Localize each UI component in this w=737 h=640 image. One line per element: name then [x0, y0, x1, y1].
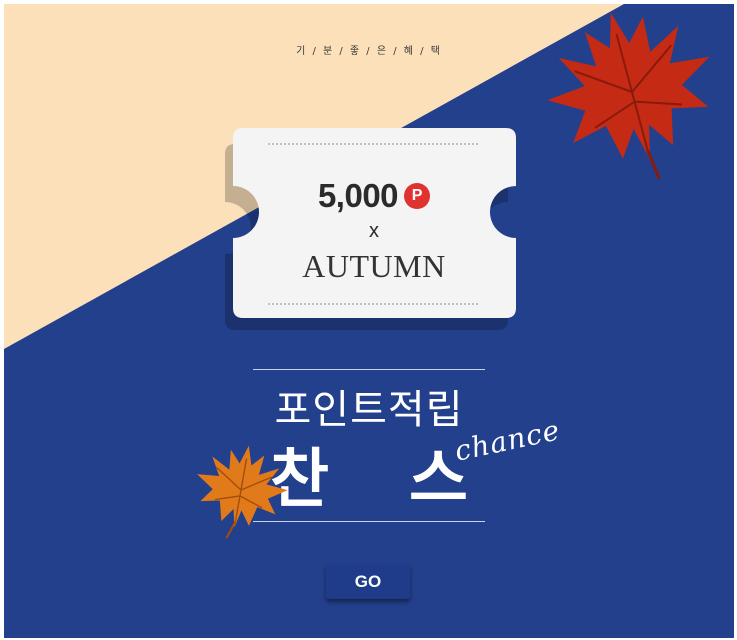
point-badge-icon: P [404, 183, 431, 209]
event-banner: 기 / 분 / 좋 / 은 / 혜 / 택 5,000 P x AUTUMN 포… [4, 4, 734, 638]
point-ticket: 5,000 P x AUTUMN [214, 122, 524, 332]
red-maple-leaf-icon [547, 12, 710, 179]
point-amount-row: 5,000 P [234, 176, 514, 216]
point-amount: 5,000 [317, 177, 399, 214]
season-label: AUTUMN [302, 248, 446, 284]
divider-top [253, 369, 485, 370]
ticket-content: 5,000 P x AUTUMN [234, 130, 514, 320]
go-button[interactable]: GO [326, 564, 410, 599]
headline-big-word: 찬스 [270, 443, 548, 517]
headline-title: 포인트적립 [274, 387, 464, 433]
orange-maple-leaf-icon [197, 445, 288, 539]
times-symbol: x [369, 220, 379, 242]
